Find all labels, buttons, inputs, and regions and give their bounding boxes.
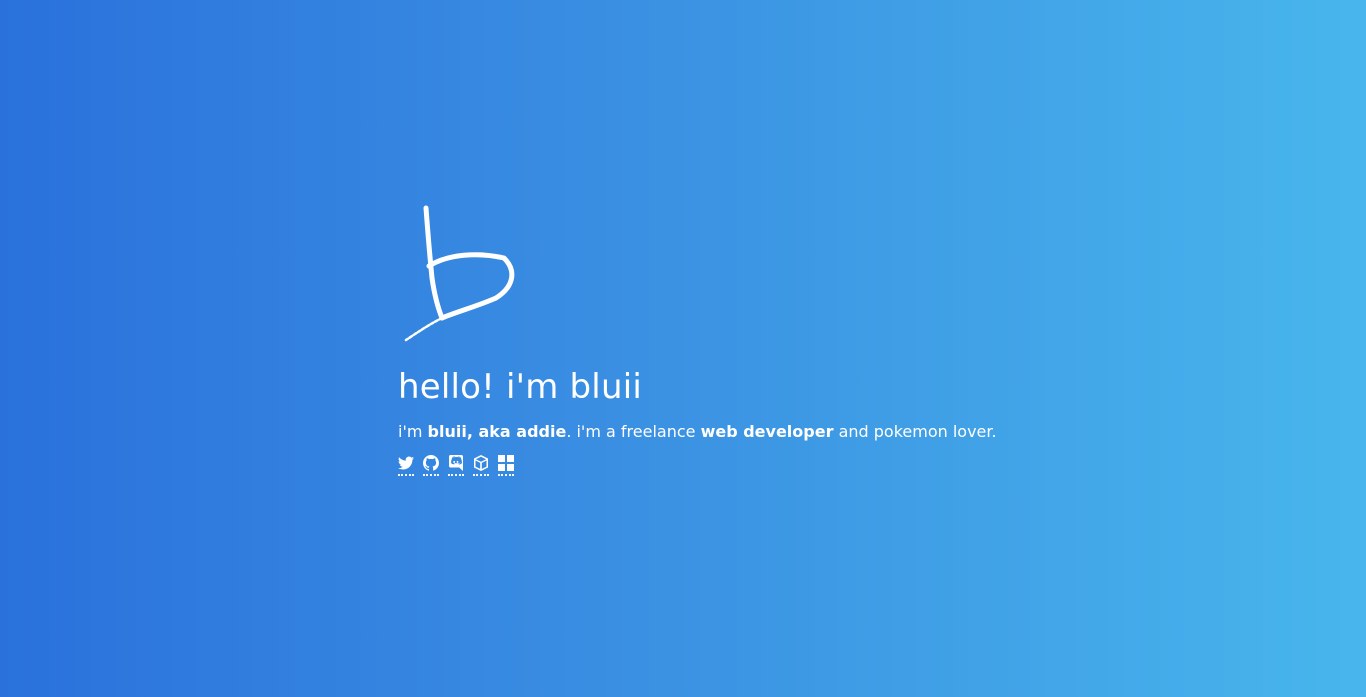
github-link[interactable] [423, 455, 439, 476]
cube-link[interactable] [473, 455, 489, 476]
hero-section: hello! i'm bluii i'm bluii, aka addie. i… [398, 200, 1018, 476]
discord-link[interactable] [448, 455, 464, 476]
grid-link[interactable] [498, 455, 514, 476]
cube-icon [474, 455, 488, 471]
bio-text-part: and pokemon lover. [833, 422, 997, 441]
github-icon [423, 455, 439, 471]
bio-name: bluii, aka addie [427, 422, 567, 441]
bio-text-part: i'm [398, 422, 428, 441]
social-links [398, 455, 1018, 476]
handwritten-b-logo [404, 205, 515, 342]
twitter-icon [398, 456, 414, 470]
discord-icon [449, 455, 463, 471]
bio-role: web developer [700, 422, 834, 441]
bio-text: i'm bluii, aka addie. i'm a freelance we… [398, 421, 1018, 443]
grid-icon [498, 455, 514, 471]
bio-text-part: . i'm a freelance [566, 422, 701, 441]
twitter-link[interactable] [398, 455, 414, 476]
page-title: hello! i'm bluii [398, 367, 642, 407]
